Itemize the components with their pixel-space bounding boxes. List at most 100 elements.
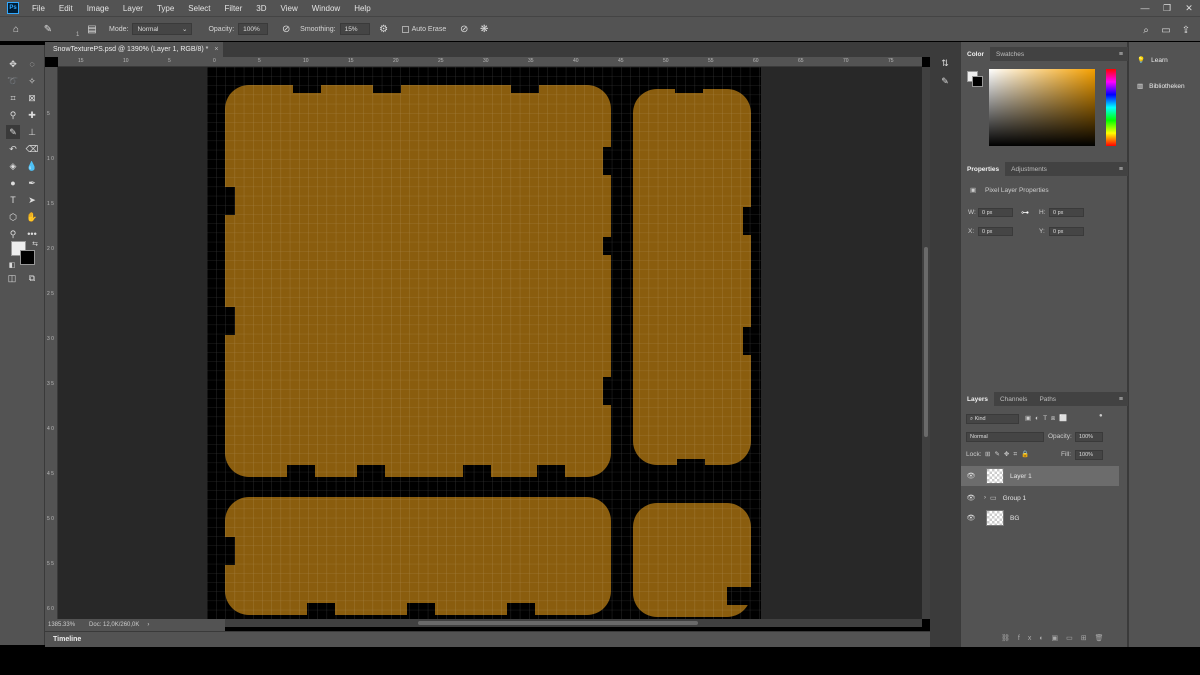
menu-image[interactable]: Image bbox=[80, 4, 116, 13]
eye-icon[interactable]: 👁 bbox=[966, 494, 976, 502]
pressure-opacity-icon[interactable]: ⊘ bbox=[278, 21, 294, 37]
mode-select[interactable]: Normal ⌄ bbox=[132, 23, 193, 35]
path-select-icon[interactable]: ➤ bbox=[25, 193, 39, 207]
home-icon[interactable]: ⌂ bbox=[8, 21, 24, 37]
color-bg-swatch[interactable] bbox=[972, 76, 983, 87]
layer-row-bg[interactable]: 👁 BG bbox=[961, 508, 1119, 528]
hand-tool-icon[interactable]: ✋ bbox=[25, 210, 39, 224]
menu-select[interactable]: Select bbox=[181, 4, 217, 13]
layer-actions-bar[interactable]: ⛓fx◐▣▭⊞🗑 bbox=[1001, 634, 1112, 642]
tab-adjustments[interactable]: Adjustments bbox=[1005, 162, 1053, 176]
panel-menu-icon[interactable]: ≡ bbox=[1119, 166, 1123, 173]
height-field[interactable]: 0 px bbox=[1049, 208, 1084, 217]
blend-mode-select[interactable]: Normal bbox=[966, 432, 1044, 442]
menu-file[interactable]: File bbox=[25, 4, 52, 13]
eye-icon[interactable]: 👁 bbox=[966, 514, 976, 522]
minimize-icon[interactable]: — bbox=[1134, 0, 1156, 16]
gear-icon[interactable]: ⚙ bbox=[376, 21, 392, 37]
zoom-level[interactable]: 1385.33% bbox=[48, 622, 75, 628]
menu-filter[interactable]: Filter bbox=[218, 4, 250, 13]
magic-wand-icon[interactable]: ✧ bbox=[25, 74, 39, 88]
menu-3d[interactable]: 3D bbox=[249, 4, 273, 13]
move-tool-icon[interactable]: ✥ bbox=[6, 57, 20, 71]
close-window-icon[interactable]: ✕ bbox=[1178, 0, 1200, 16]
default-colors-icon[interactable]: ◧ bbox=[5, 258, 19, 272]
pencil-tool-icon[interactable]: ✎ bbox=[40, 21, 56, 37]
tab-layers[interactable]: Layers bbox=[961, 392, 994, 406]
layer-filter-icons[interactable]: ▣◐T⧈⬜ bbox=[1025, 414, 1071, 423]
tab-paths[interactable]: Paths bbox=[1033, 392, 1062, 406]
eyedropper-icon[interactable]: ⚲ bbox=[6, 108, 20, 122]
smoothing-field[interactable]: 15% bbox=[339, 23, 370, 35]
close-tab-icon[interactable]: × bbox=[214, 46, 218, 53]
layers-opacity-field[interactable]: 100% bbox=[1075, 432, 1103, 442]
background-color-swatch[interactable] bbox=[20, 250, 35, 265]
layer-filter-select[interactable]: ⌕ Kind bbox=[966, 414, 1019, 424]
link-icon[interactable]: ⊶ bbox=[1021, 208, 1029, 217]
symmetry-icon[interactable]: ❋ bbox=[476, 21, 492, 37]
tab-properties[interactable]: Properties bbox=[961, 162, 1006, 176]
quick-mask-icon[interactable]: ◫ bbox=[5, 271, 19, 285]
search-icon[interactable]: ⌕ bbox=[1138, 22, 1154, 38]
paint-bucket-icon[interactable]: ◈ bbox=[6, 159, 20, 173]
adjust-icon[interactable]: ⇅ bbox=[938, 56, 952, 70]
hue-slider[interactable] bbox=[1106, 69, 1116, 146]
y-field[interactable]: 0 px bbox=[1049, 227, 1084, 236]
libraries-item[interactable]: ▥ Bibliotheken bbox=[1129, 76, 1200, 96]
tab-channels[interactable]: Channels bbox=[994, 392, 1033, 406]
color-field[interactable] bbox=[989, 69, 1095, 146]
document-tab[interactable]: SnowTexturePS.psd @ 1390% (Layer 1, RGB/… bbox=[45, 42, 223, 57]
healing-brush-icon[interactable]: ✚ bbox=[25, 108, 39, 122]
frame-tool-icon[interactable]: ⊠ bbox=[25, 91, 39, 105]
pressure-size-icon[interactable]: ⊘ bbox=[456, 21, 472, 37]
opacity-field[interactable]: 100% bbox=[238, 23, 269, 35]
eye-icon[interactable]: 👁 bbox=[966, 472, 976, 480]
filter-toggle-icon[interactable]: ● bbox=[1099, 413, 1103, 419]
panel-menu-icon[interactable]: ≡ bbox=[1119, 396, 1123, 403]
share-icon[interactable]: ⇪ bbox=[1178, 22, 1194, 38]
menu-view[interactable]: View bbox=[274, 4, 305, 13]
chevron-right-icon[interactable]: › bbox=[984, 495, 986, 501]
shape-tool-icon[interactable]: ⬡ bbox=[6, 210, 20, 224]
pencil-icon[interactable]: ✎ bbox=[6, 125, 20, 139]
learn-item[interactable]: 💡 Learn bbox=[1129, 50, 1200, 70]
menu-edit[interactable]: Edit bbox=[52, 4, 80, 13]
history-brush-icon[interactable]: ↶ bbox=[6, 142, 20, 156]
swap-colors-icon[interactable]: ⇆ bbox=[28, 237, 42, 251]
dodge-tool-icon[interactable]: ● bbox=[6, 176, 20, 190]
workspace-icon[interactable]: ▭ bbox=[1158, 22, 1174, 38]
width-field[interactable]: 0 px bbox=[978, 208, 1013, 217]
crop-tool-icon[interactable]: ⌗ bbox=[6, 91, 20, 105]
horizontal-scroll-thumb[interactable] bbox=[418, 621, 698, 625]
timeline-panel-tab[interactable]: Timeline bbox=[45, 631, 930, 647]
lock-icons[interactable]: ⊞✎✥⌗🔒 bbox=[985, 450, 1033, 459]
fill-field[interactable]: 100% bbox=[1075, 450, 1103, 460]
zoom-tool-icon[interactable]: ⚲ bbox=[6, 227, 20, 241]
lasso-tool-icon[interactable]: ➰ bbox=[6, 74, 20, 88]
tab-color[interactable]: Color bbox=[961, 47, 990, 61]
menu-type[interactable]: Type bbox=[150, 4, 181, 13]
eraser-icon[interactable]: ⌫ bbox=[25, 142, 39, 156]
brush-panel-icon[interactable]: ▤ bbox=[84, 21, 100, 37]
marquee-tool-icon[interactable]: ◌ bbox=[25, 57, 39, 71]
pen-tool-icon[interactable]: ✒ bbox=[25, 176, 39, 190]
x-field[interactable]: 0 px bbox=[978, 227, 1013, 236]
menu-help[interactable]: Help bbox=[347, 4, 377, 13]
blur-tool-icon[interactable]: 💧 bbox=[25, 159, 39, 173]
brush-settings-icon[interactable]: ✎ bbox=[938, 74, 952, 88]
type-tool-icon[interactable]: T bbox=[6, 193, 20, 207]
auto-erase-checkbox[interactable] bbox=[401, 25, 409, 33]
menu-window[interactable]: Window bbox=[305, 4, 347, 13]
vertical-scrollbar[interactable] bbox=[922, 67, 930, 619]
layer-row-layer-1[interactable]: 👁 Layer 1 bbox=[961, 466, 1119, 486]
layer-row-group-1[interactable]: 👁 › ▭ Group 1 bbox=[961, 488, 1119, 508]
maximize-icon[interactable]: ❐ bbox=[1156, 0, 1178, 16]
stamp-tool-icon[interactable]: ⊥ bbox=[25, 125, 39, 139]
panel-menu-icon[interactable]: ≡ bbox=[1119, 51, 1123, 58]
tab-swatches[interactable]: Swatches bbox=[990, 47, 1030, 61]
vertical-scroll-thumb[interactable] bbox=[924, 247, 928, 437]
status-arrow-icon[interactable]: › bbox=[147, 622, 149, 628]
pixel-art-artboard[interactable] bbox=[207, 67, 761, 619]
menu-layer[interactable]: Layer bbox=[116, 4, 150, 13]
screen-mode-icon[interactable]: ⧉ bbox=[25, 271, 39, 285]
